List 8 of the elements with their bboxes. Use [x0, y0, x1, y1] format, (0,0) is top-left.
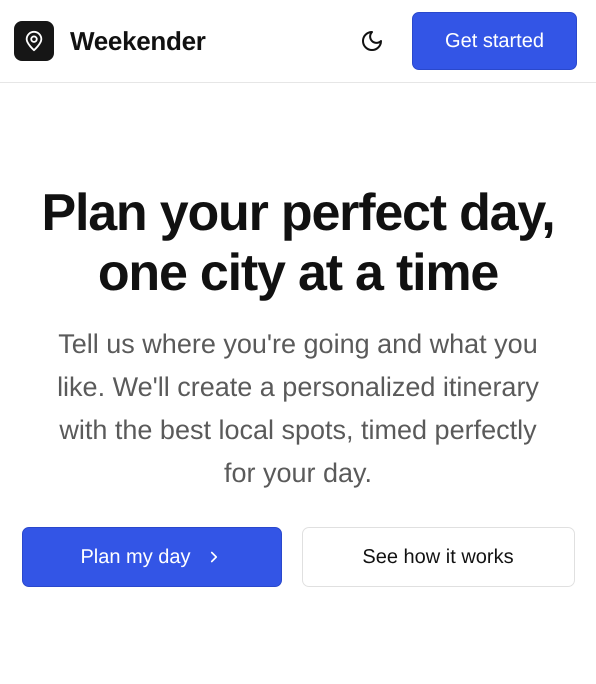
moon-icon[interactable] [360, 29, 384, 53]
plan-button[interactable]: Plan my day [22, 527, 282, 587]
hero-title: Plan your perfect day, one city at a time [41, 183, 555, 303]
how-it-works-button[interactable]: See how it works [302, 527, 574, 587]
brand-name: Weekender [70, 26, 206, 56]
get-started-button[interactable]: Get started [412, 12, 577, 70]
hero-description: Tell us where you're going and what you like. We'll create a personalized itinerary with the best local spots, timed perfectly for your day. [56, 328, 540, 490]
map-pin-icon[interactable] [14, 21, 54, 61]
